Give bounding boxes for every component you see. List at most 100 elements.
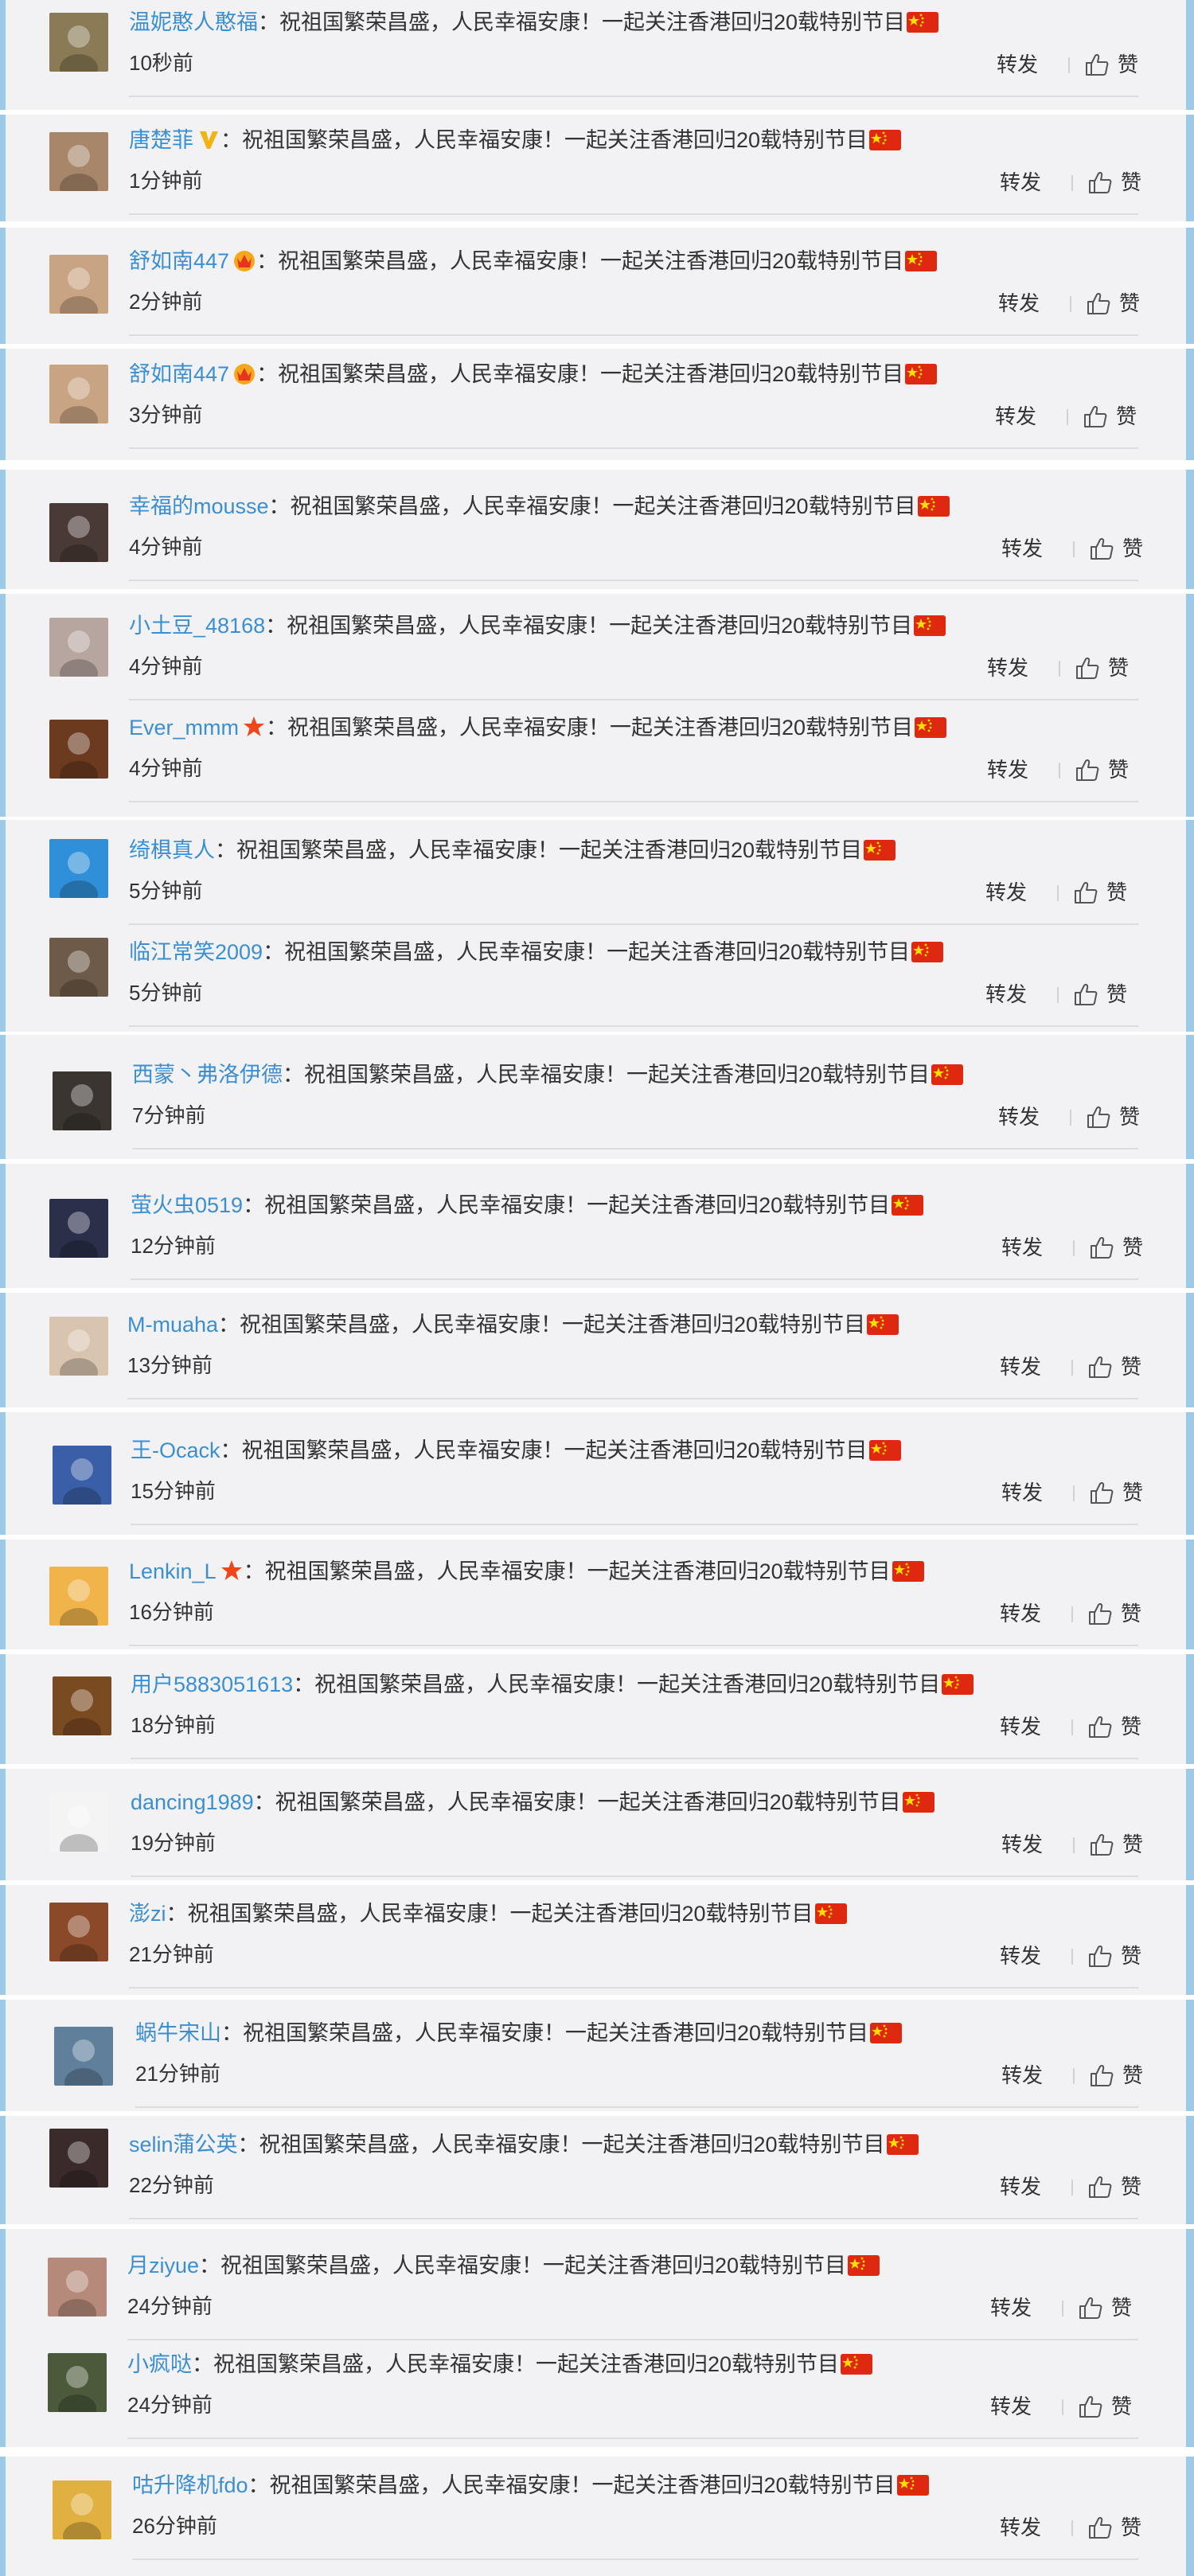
username-link[interactable]: 唐楚菲 [129, 128, 193, 152]
repost-button[interactable]: 转发 [1000, 2173, 1041, 2200]
user-avatar[interactable] [49, 365, 108, 423]
user-avatar[interactable] [49, 13, 108, 72]
user-avatar[interactable] [49, 839, 108, 898]
like-button[interactable]: 赞 [1122, 1479, 1143, 1506]
user-avatar[interactable] [49, 1567, 108, 1626]
like-button[interactable]: 赞 [1108, 654, 1129, 681]
repost-button[interactable]: 转发 [1000, 169, 1041, 196]
user-avatar[interactable] [53, 1446, 111, 1505]
like-button[interactable]: 赞 [1108, 756, 1129, 783]
user-avatar[interactable] [49, 255, 108, 314]
repost-button[interactable]: 转发 [995, 403, 1036, 430]
like-button[interactable]: 赞 [1122, 2062, 1143, 2089]
like-button[interactable]: 赞 [1106, 981, 1127, 1008]
user-avatar[interactable] [48, 2258, 107, 2316]
repost-button[interactable]: 转发 [985, 879, 1027, 906]
like-button[interactable]: 赞 [1111, 2393, 1132, 2420]
username-link[interactable]: 舒如南447 [129, 362, 229, 386]
like-button[interactable]: 赞 [1118, 51, 1138, 78]
user-avatar[interactable] [49, 503, 108, 562]
username-link[interactable]: 萤火虫0519 [131, 1193, 243, 1217]
thumbs-up-icon[interactable] [1075, 656, 1100, 680]
thumbs-up-icon[interactable] [1086, 291, 1111, 315]
username-link[interactable]: 西蒙丶弗洛伊德 [132, 1063, 283, 1087]
thumbs-up-icon[interactable] [1084, 53, 1110, 76]
user-avatar[interactable] [53, 1676, 111, 1735]
thumbs-up-icon[interactable] [1087, 170, 1113, 194]
like-button[interactable]: 赞 [1121, 1713, 1141, 1740]
user-avatar[interactable] [49, 132, 108, 191]
username-link[interactable]: M-muaha [127, 1313, 218, 1337]
repost-button[interactable]: 转发 [1001, 2062, 1043, 2089]
thumbs-up-icon[interactable] [1087, 2516, 1113, 2539]
thumbs-up-icon[interactable] [1087, 1944, 1113, 1968]
repost-button[interactable]: 转发 [985, 981, 1027, 1008]
user-avatar[interactable] [49, 1903, 108, 1961]
repost-button[interactable]: 转发 [1001, 1479, 1043, 1506]
repost-button[interactable]: 转发 [987, 654, 1028, 681]
like-button[interactable]: 赞 [1121, 169, 1141, 196]
repost-button[interactable]: 转发 [998, 1103, 1040, 1130]
user-avatar[interactable] [49, 720, 108, 779]
thumbs-up-icon[interactable] [1087, 2175, 1113, 2199]
thumbs-up-icon[interactable] [1089, 2063, 1114, 2087]
username-link[interactable]: dancing1989 [131, 1790, 254, 1814]
repost-button[interactable]: 转发 [987, 756, 1028, 783]
username-link[interactable]: 咕升降机fdo [132, 2473, 248, 2497]
repost-button[interactable]: 转发 [1000, 1942, 1041, 1969]
thumbs-up-icon[interactable] [1089, 1832, 1114, 1856]
user-avatar[interactable] [48, 2353, 107, 2412]
repost-button[interactable]: 转发 [1001, 1234, 1043, 1261]
username-link[interactable]: 蜗牛宋山 [135, 2021, 221, 2045]
user-avatar[interactable] [49, 1793, 108, 1852]
like-button[interactable]: 赞 [1121, 1600, 1141, 1627]
repost-button[interactable]: 转发 [1000, 2514, 1041, 2541]
like-button[interactable]: 赞 [1116, 403, 1137, 430]
repost-button[interactable]: 转发 [1000, 1600, 1041, 1627]
user-avatar[interactable] [49, 2129, 108, 2188]
user-avatar[interactable] [53, 1071, 111, 1130]
user-avatar[interactable] [49, 618, 108, 677]
username-link[interactable]: 小土豆_48168 [129, 614, 265, 638]
repost-button[interactable]: 转发 [1000, 1353, 1041, 1380]
like-button[interactable]: 赞 [1122, 1831, 1143, 1858]
repost-button[interactable]: 转发 [997, 51, 1038, 78]
repost-button[interactable]: 转发 [990, 2294, 1032, 2321]
user-avatar[interactable] [54, 2027, 113, 2086]
username-link[interactable]: Lenkin_L [129, 1559, 217, 1583]
like-button[interactable]: 赞 [1122, 535, 1143, 562]
like-button[interactable]: 赞 [1121, 2514, 1141, 2541]
like-button[interactable]: 赞 [1119, 290, 1140, 317]
username-link[interactable]: 用户5883051613 [131, 1672, 293, 1696]
username-link[interactable]: selin蒲公英 [129, 2133, 238, 2156]
like-button[interactable]: 赞 [1121, 1353, 1141, 1380]
thumbs-up-icon[interactable] [1089, 537, 1114, 560]
username-link[interactable]: 温妮憨人憨福 [129, 10, 258, 34]
thumbs-up-icon[interactable] [1089, 1235, 1114, 1259]
repost-button[interactable]: 转发 [1001, 535, 1043, 562]
repost-button[interactable]: 转发 [1001, 1831, 1043, 1858]
like-button[interactable]: 赞 [1121, 1942, 1141, 1969]
username-link[interactable]: 幸福的mousse [129, 494, 269, 518]
thumbs-up-icon[interactable] [1087, 1602, 1113, 1626]
thumbs-up-icon[interactable] [1078, 2395, 1103, 2418]
username-link[interactable]: 临江常笑2009 [129, 940, 263, 964]
username-link[interactable]: 舒如南447 [129, 249, 229, 273]
like-button[interactable]: 赞 [1122, 1234, 1143, 1261]
repost-button[interactable]: 转发 [990, 2393, 1032, 2420]
username-link[interactable]: 小疯哒 [127, 2352, 192, 2376]
thumbs-up-icon[interactable] [1086, 1105, 1111, 1129]
repost-button[interactable]: 转发 [1000, 1713, 1041, 1740]
username-link[interactable]: Ever_mmm [129, 716, 239, 740]
thumbs-up-icon[interactable] [1087, 1715, 1113, 1739]
username-link[interactable]: 月ziyue [127, 2254, 199, 2277]
thumbs-up-icon[interactable] [1087, 1355, 1113, 1379]
user-avatar[interactable] [53, 2480, 111, 2539]
thumbs-up-icon[interactable] [1078, 2296, 1103, 2320]
thumbs-up-icon[interactable] [1089, 1481, 1114, 1505]
thumbs-up-icon[interactable] [1073, 982, 1098, 1006]
username-link[interactable]: 澎zi [129, 1902, 166, 1926]
like-button[interactable]: 赞 [1111, 2294, 1132, 2321]
thumbs-up-icon[interactable] [1075, 758, 1100, 782]
repost-button[interactable]: 转发 [998, 290, 1040, 317]
